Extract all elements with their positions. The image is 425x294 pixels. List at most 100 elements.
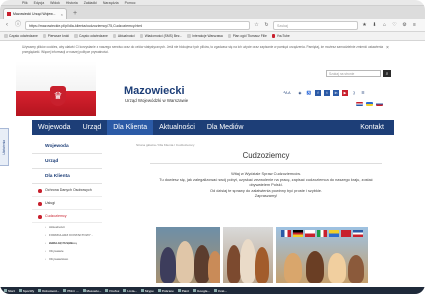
eagle-emblem-icon: ♛ bbox=[50, 86, 66, 106]
bookmark-item[interactable]: Pierwsze kroki bbox=[42, 34, 69, 38]
menu-history[interactable]: Historia bbox=[66, 1, 78, 5]
taskbar-item[interactable]: Pobrane bbox=[157, 289, 174, 293]
browser-search-input[interactable]: Szukaj bbox=[273, 20, 358, 30]
tab-bar: Mazowiecki Urząd Wojew... × + bbox=[0, 6, 425, 19]
taskbar-item[interactable]: Czat... bbox=[213, 289, 227, 293]
nav-dla-mediow[interactable]: Dla Mediów bbox=[201, 120, 250, 135]
sidebar-header-dla-klienta[interactable]: Dla Klienta bbox=[32, 169, 102, 184]
nav-kontakt[interactable]: Kontakt bbox=[354, 120, 394, 135]
cookie-close-icon[interactable]: × bbox=[386, 45, 389, 51]
sidebar-item-uslugi[interactable]: Usługi bbox=[32, 197, 102, 210]
site-search-button[interactable]: ⌕ bbox=[383, 70, 391, 77]
reload-icon[interactable]: ↻ bbox=[263, 22, 270, 29]
bookmark-icon bbox=[74, 34, 78, 38]
font-size-tool[interactable]: ᴬA A bbox=[280, 90, 294, 96]
app-icon bbox=[105, 289, 109, 292]
menu-edit[interactable]: Edycja bbox=[34, 1, 45, 5]
flag-english-icon[interactable] bbox=[356, 102, 363, 106]
bookmark-item[interactable]: Wiadomości (SMS) Bez... bbox=[139, 34, 182, 38]
nav-aktualnosci[interactable]: Aktualności bbox=[153, 120, 201, 135]
app-icon bbox=[4, 289, 7, 292]
language-flags bbox=[356, 102, 383, 106]
site-brand[interactable]: Mazowiecki bbox=[124, 85, 185, 97]
photo-students bbox=[156, 227, 220, 283]
sidebar-subitem[interactable]: Obywatelstwo bbox=[32, 255, 102, 263]
pocket-icon[interactable]: ♡ bbox=[391, 22, 398, 29]
sitemap-icon[interactable]: ☰ bbox=[360, 90, 366, 96]
bookmark-item[interactable]: Często odwiedzane bbox=[4, 34, 38, 38]
bookmark-icon bbox=[112, 34, 117, 38]
sidebar-subitem[interactable]: Aktualności bbox=[32, 223, 102, 231]
flags-decoration bbox=[281, 230, 363, 247]
menu-view[interactable]: Widok bbox=[50, 1, 60, 5]
bookmark-item[interactable]: Aktualności bbox=[112, 34, 135, 38]
site-search-input[interactable]: Szukaj na stronie bbox=[326, 70, 381, 77]
app-icon bbox=[38, 289, 42, 292]
tab-favicon bbox=[7, 12, 11, 16]
facebook-icon[interactable]: f bbox=[315, 90, 321, 96]
taskbar-item[interactable]: Sportify bbox=[18, 289, 34, 293]
menu-bookmarks[interactable]: Zakładki bbox=[84, 1, 97, 5]
home-icon[interactable]: ⌂ bbox=[381, 22, 388, 29]
twitter-icon[interactable]: t bbox=[324, 90, 330, 96]
epuap-icon[interactable]: Ȝ bbox=[351, 90, 357, 96]
sidebar-item-ochrona-danych[interactable]: Ochrona Danych Osobowych bbox=[32, 184, 102, 197]
main-navigation: Wojewoda Urząd Dla Klienta Aktualności D… bbox=[32, 120, 394, 135]
youtube-icon[interactable]: ▶ bbox=[342, 90, 348, 96]
nav-urzad[interactable]: Urząd bbox=[77, 120, 108, 135]
sidebar-subitem[interactable]: FORMULARZ KONTAKTOWY - ZADAJ PYTANIE bbox=[32, 231, 102, 245]
taskbar-item[interactable]: Mazowie... bbox=[82, 289, 101, 293]
menu-file[interactable]: Plik bbox=[22, 1, 28, 5]
sidebar-item-cudzoziemcy[interactable]: Cudzoziemcy bbox=[32, 210, 102, 223]
new-tab-button[interactable]: + bbox=[70, 9, 80, 19]
sidebar-subitem[interactable]: Obywatele bbox=[32, 247, 102, 255]
site-subtitle: Urząd Wojewódzki w Warszawie bbox=[125, 98, 189, 103]
flag-russian-icon[interactable] bbox=[376, 102, 383, 106]
taskbar-item[interactable]: Start bbox=[4, 289, 15, 293]
bookmark-item[interactable]: YouTube bbox=[271, 34, 290, 38]
url-field[interactable]: https://mazowieckie.pl/pl/dla-klienta/cu… bbox=[25, 20, 250, 30]
sidebar: Wojewoda Urząd Dla Klienta Ochrona Danyc… bbox=[32, 139, 102, 287]
accessibility-side-tab[interactable]: Ułatwienia bbox=[0, 128, 9, 166]
accessibility-icon[interactable]: ♿ bbox=[306, 90, 312, 96]
app-icon bbox=[213, 289, 217, 292]
taskbar-item[interactable]: Pliki i ... bbox=[63, 289, 79, 293]
app-icon bbox=[140, 289, 144, 292]
browser-tab[interactable]: Mazowiecki Urząd Wojew... × bbox=[3, 8, 67, 19]
taskbar-item[interactable]: Paint bbox=[177, 289, 189, 293]
taskbar-item[interactable]: Lista... bbox=[123, 289, 137, 293]
menu-tools[interactable]: Narzędzia bbox=[103, 1, 119, 5]
sidebar-subitem[interactable]: Gdzie się ze sprawą bbox=[32, 239, 102, 247]
taskbar-item[interactable]: Firefox bbox=[105, 289, 119, 293]
menu-icon[interactable]: ≡ bbox=[411, 22, 418, 29]
bookmark-icon bbox=[139, 34, 144, 38]
bookmarks-icon[interactable]: ★ bbox=[361, 22, 368, 29]
bookmark-item[interactable]: Interakcje Warszawa bbox=[187, 34, 223, 38]
app-icon bbox=[157, 289, 161, 292]
info-icon[interactable]: ⓘ bbox=[14, 21, 22, 29]
download-icon[interactable]: ⬇ bbox=[371, 22, 378, 29]
intro-text: Witaj w Wydziale Spraw Cudzoziemców. Tu … bbox=[146, 171, 386, 199]
sidebar-header-urzad[interactable]: Urząd bbox=[32, 154, 102, 169]
nav-dla-klienta[interactable]: Dla Klienta bbox=[107, 120, 154, 135]
bookmark-icon bbox=[42, 34, 47, 38]
bookmark-item[interactable]: Plan ogól Tłumacz Fille bbox=[227, 34, 267, 38]
flag-ukrainian-icon[interactable] bbox=[366, 102, 373, 106]
extension-icon[interactable]: ⚙ bbox=[401, 22, 408, 29]
sidebar-header-wojewoda[interactable]: Wojewoda bbox=[32, 139, 102, 154]
tab-close-icon[interactable]: × bbox=[61, 12, 63, 17]
app-icon bbox=[177, 289, 181, 292]
bookmark-star-icon[interactable]: ☆ bbox=[253, 22, 260, 29]
taskbar-item[interactable]: Google... bbox=[193, 289, 210, 293]
back-icon[interactable]: ‹ bbox=[3, 21, 11, 29]
nav-wojewoda[interactable]: Wojewoda bbox=[32, 120, 77, 135]
linkedin-icon[interactable]: in bbox=[333, 90, 339, 96]
menu-help[interactable]: Pomoc bbox=[125, 1, 136, 5]
bookmarks-bar: Często odwiedzane Pierwsze kroki Często … bbox=[0, 32, 425, 41]
taskbar-item[interactable]: Dokument... bbox=[38, 289, 59, 293]
bookmark-item[interactable]: Często odwiedzane bbox=[74, 34, 108, 38]
taskbar-item[interactable]: Skype bbox=[140, 289, 154, 293]
contrast-icon[interactable]: ◉ bbox=[297, 90, 303, 96]
web-page: Używamy plików cookies, aby ułatwić Ci k… bbox=[0, 41, 425, 287]
breadcrumb[interactable]: Strona główna / Dla Klienta / Cudzoziemc… bbox=[136, 143, 194, 147]
